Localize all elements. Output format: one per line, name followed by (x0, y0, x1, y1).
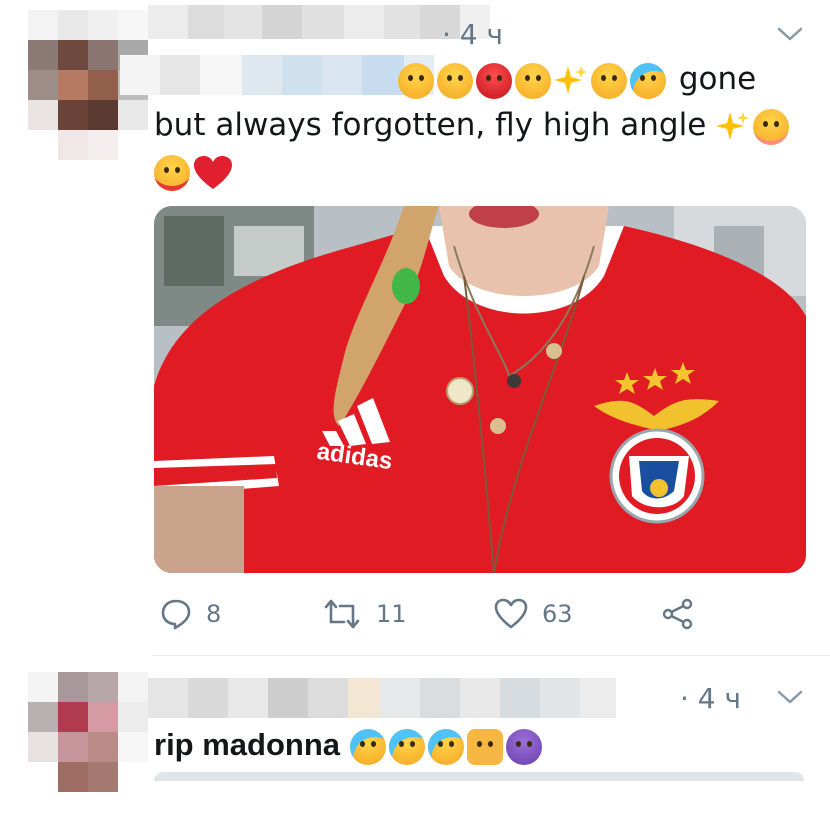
share-icon (662, 598, 693, 630)
avatar[interactable] (28, 672, 148, 822)
heart-outline-icon (494, 598, 528, 629)
tweet-text-line1: gone (398, 56, 756, 102)
tweet-text-gone: gone (678, 61, 757, 97)
tweet-divider (152, 655, 830, 656)
sparkles-icon (716, 111, 750, 140)
steam-nose-face-icon (591, 62, 627, 99)
like-count: 63 (542, 600, 573, 628)
reply-count: 8 (206, 600, 222, 628)
tweet-media-photo[interactable]: adidas (154, 206, 806, 573)
anxious-sweat-face-icon (398, 62, 434, 99)
fist-icon (466, 728, 503, 765)
crying-face-icon (388, 728, 425, 765)
next-media-preview (154, 772, 804, 781)
tweet-text-body: but always forgotten, fly high angle (154, 107, 707, 143)
display-name-blurred[interactable] (148, 678, 616, 718)
crying-face-icon (427, 728, 464, 765)
reply-button[interactable]: 8 (160, 598, 221, 630)
angry-devil-face-icon (505, 728, 542, 765)
tweet-timestamp[interactable]: · 4 ч (442, 18, 503, 51)
like-button[interactable]: 63 (494, 598, 573, 630)
retweet-count: 11 (376, 600, 407, 628)
tweet-text-body: rip madonna (154, 727, 341, 762)
smiling-blush-face-icon (753, 108, 790, 145)
retweet-icon (324, 599, 360, 629)
tweet-text-line2: but always forgotten, fly high angle (154, 102, 792, 148)
crying-face-icon (630, 62, 666, 99)
sparkles-icon (554, 65, 587, 94)
username-blurred[interactable] (120, 55, 434, 95)
share-button[interactable] (662, 598, 708, 630)
sneezing-face-icon (515, 62, 551, 99)
reply-icon (161, 599, 191, 630)
tweet-timestamp[interactable]: · 4 ч (680, 682, 741, 715)
downcast-sweat-face-icon (437, 62, 473, 99)
chevron-down-icon[interactable] (775, 24, 805, 44)
tongue-squint-face-icon (154, 154, 190, 191)
chevron-down-icon[interactable] (775, 687, 805, 707)
crying-face-icon (349, 728, 386, 765)
retweet-button[interactable]: 11 (322, 598, 407, 630)
angry-face-icon (476, 62, 512, 99)
photo-illustration: adidas (154, 206, 806, 573)
tweet-text-line3 (154, 148, 233, 194)
red-heart-icon (194, 155, 232, 189)
tweet-text: rip madonna (154, 722, 545, 768)
display-name-blurred[interactable] (148, 5, 490, 39)
